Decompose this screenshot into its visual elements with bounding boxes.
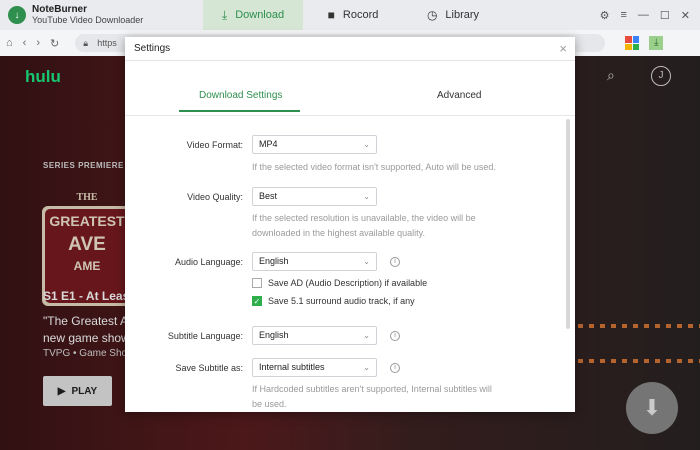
tab-library-label: Library [445, 9, 480, 21]
tab-download-label: Download [235, 9, 285, 21]
save-ad-checkbox[interactable] [252, 278, 262, 288]
dialog-header: Settings × [125, 37, 575, 61]
download-icon: ⤓ [221, 7, 228, 22]
video-quality-hint: If the selected resolution is unavailabl… [252, 211, 476, 241]
audio-language-label: Audio Language: [174, 257, 243, 267]
tab-advanced[interactable]: Advanced [437, 90, 481, 101]
app-name: NoteBurner [32, 4, 88, 15]
chevron-down-icon: ⌄ [363, 363, 370, 372]
save-subtitle-info-icon[interactable]: i [390, 363, 400, 373]
subtitle-language-info-icon[interactable]: i [390, 331, 400, 341]
tab-record-label: Rocord [342, 9, 379, 21]
forward-icon[interactable]: › [36, 37, 40, 49]
subtitle-language-label: Subtitle Language: [167, 331, 243, 341]
video-format-select[interactable]: MP4 ⌄ [252, 135, 377, 154]
app-brand: ↓ NoteBurner YouTube Video Downloader [8, 4, 203, 26]
audio-language-value: English [259, 256, 289, 266]
window-controls: ⚙ ≡ — ☐ ✕ [600, 9, 690, 22]
chevron-down-icon: ⌄ [363, 192, 370, 201]
reload-icon[interactable]: ↻ [50, 37, 59, 50]
apps-grid-icon[interactable] [625, 36, 640, 50]
dialog-scrollbar[interactable] [566, 119, 570, 329]
subtitle-language-select[interactable]: English ⌄ [252, 326, 377, 345]
home-icon[interactable]: ⌂ [6, 37, 13, 49]
tab-download-settings[interactable]: Download Settings [199, 90, 282, 101]
maximize-icon[interactable]: ☐ [660, 9, 670, 22]
video-camera-icon: ■ [327, 8, 335, 22]
app-subtitle: YouTube Video Downloader [32, 15, 144, 25]
save-51-checkbox[interactable]: ✓ [252, 296, 262, 306]
save-subtitle-hint: If Hardcoded subtitles aren't supported,… [252, 382, 492, 412]
video-format-value: MP4 [259, 139, 278, 149]
audio-language-info-icon[interactable]: i [390, 257, 400, 267]
download-list-icon[interactable]: ⤓ [649, 36, 664, 50]
video-quality-hint-line1: If the selected resolution is unavailabl… [252, 213, 476, 223]
save-ad-label: Save AD (Audio Description) if available [268, 278, 428, 288]
title-bar: ↓ NoteBurner YouTube Video Downloader ⤓ … [0, 0, 700, 30]
minimize-icon[interactable]: — [638, 9, 649, 21]
save-ad-option[interactable]: Save AD (Audio Description) if available [252, 278, 427, 288]
url-text: https [97, 38, 117, 48]
chevron-down-icon: ⌄ [363, 140, 370, 149]
save-subtitle-hint-line2: be used. [252, 399, 287, 409]
save-51-label: Save 5.1 surround audio track, if any [268, 296, 415, 306]
tab-record[interactable]: ■ Rocord [303, 0, 403, 30]
save-subtitle-select[interactable]: Internal subtitles ⌄ [252, 358, 377, 377]
gear-icon[interactable]: ⚙ [600, 9, 610, 22]
hamburger-icon[interactable]: ≡ [620, 9, 626, 21]
save-subtitle-value: Internal subtitles [259, 362, 325, 372]
back-icon[interactable]: ‹ [23, 37, 27, 49]
tab-library[interactable]: ◷ Library [403, 0, 503, 30]
video-format-label: Video Format: [186, 140, 243, 150]
app-logo-icon: ↓ [8, 6, 26, 24]
audio-language-select[interactable]: English ⌄ [252, 252, 377, 271]
video-format-hint: If the selected video format isn't suppo… [252, 162, 496, 172]
dialog-close-icon[interactable]: × [559, 41, 567, 56]
close-icon[interactable]: ✕ [681, 9, 690, 22]
video-quality-label: Video Quality: [187, 192, 243, 202]
save-51-option[interactable]: ✓ Save 5.1 surround audio track, if any [252, 296, 415, 306]
tab-divider [125, 115, 575, 116]
chevron-down-icon: ⌄ [363, 257, 370, 266]
chevron-down-icon: ⌄ [363, 331, 370, 340]
active-tab-indicator [179, 110, 300, 112]
clock-icon: ◷ [426, 8, 438, 22]
tab-download[interactable]: ⤓ Download [203, 0, 303, 30]
video-quality-value: Best [259, 191, 278, 201]
dialog-title: Settings [134, 43, 171, 54]
subtitle-language-value: English [259, 330, 289, 340]
save-subtitle-label: Save Subtitle as: [175, 363, 243, 373]
save-subtitle-hint-line1: If Hardcoded subtitles aren't supported,… [252, 384, 492, 394]
lock-icon: 🔒︎ [83, 38, 89, 48]
video-quality-hint-line2: downloaded in the highest available qual… [252, 228, 425, 238]
settings-dialog: Settings × Download Settings Advanced Vi… [125, 37, 575, 412]
video-quality-select[interactable]: Best ⌄ [252, 187, 377, 206]
